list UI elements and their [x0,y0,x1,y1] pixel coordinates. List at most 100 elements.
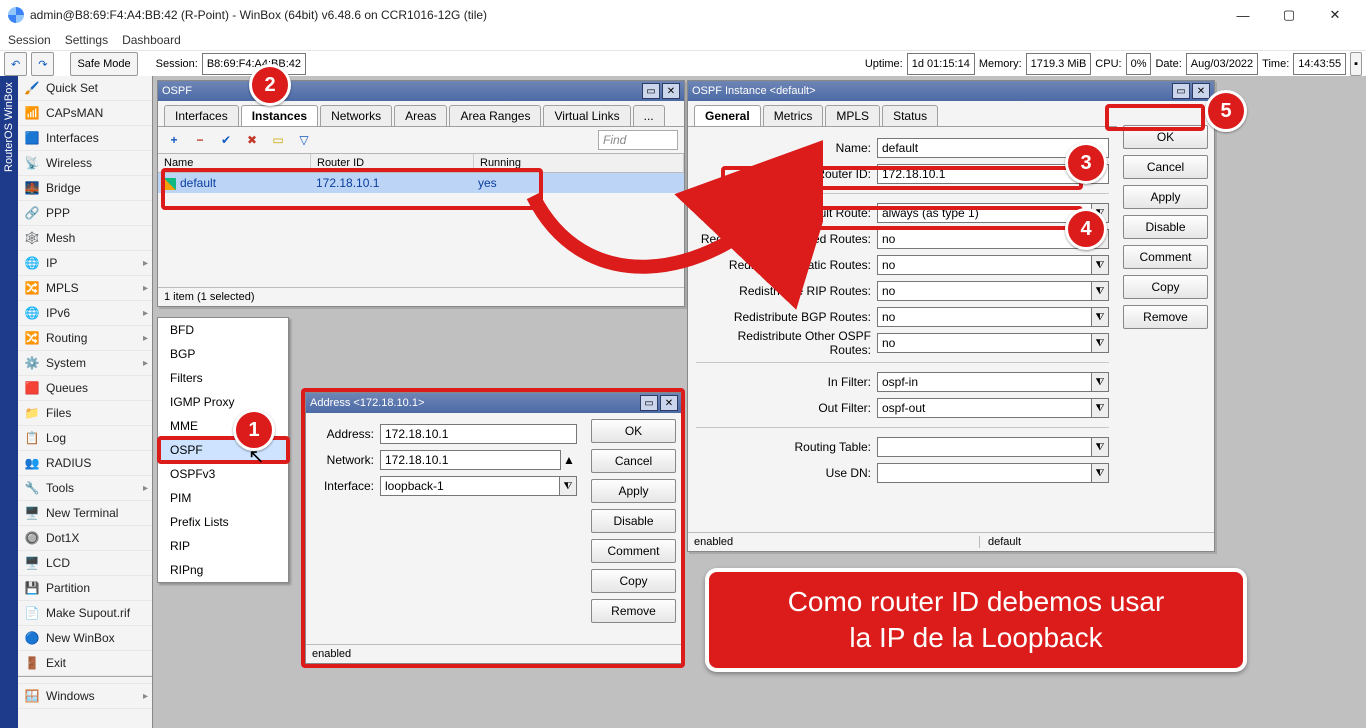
in-filter-select[interactable]: ospf-in⧨ [877,372,1109,392]
tab-metrics[interactable]: Metrics [763,105,824,126]
instance-apply-button[interactable]: Apply [1123,185,1208,209]
close-icon[interactable]: ✕ [660,395,678,411]
sidebar-item-ipv6[interactable]: 🌐IPv6▸ [18,301,152,326]
tab-networks[interactable]: Networks [320,105,392,126]
submenu-item-filters[interactable]: Filters [158,366,288,390]
redist-other-select[interactable]: no⧨ [877,333,1109,353]
filter-button[interactable]: ▽ [294,130,314,150]
address-ok-button[interactable]: OK [591,419,676,443]
out-filter-select[interactable]: ospf-out⧨ [877,398,1109,418]
tab-general[interactable]: General [694,105,761,126]
col-router-id[interactable]: Router ID [311,154,474,172]
chevron-down-icon[interactable]: ⧨ [1091,438,1108,456]
menu-dashboard[interactable]: Dashboard [122,33,181,47]
menu-session[interactable]: Session [8,33,51,47]
col-running[interactable]: Running [474,154,684,172]
redist-bgp-select[interactable]: no⧨ [877,307,1109,327]
chevron-down-icon[interactable]: ⧨ [1091,464,1108,482]
address-apply-button[interactable]: Apply [591,479,676,503]
chevron-down-icon[interactable]: ⧨ [1091,399,1108,417]
sidebar-item-mesh[interactable]: 🕸️Mesh [18,226,152,251]
sidebar-item-quick-set[interactable]: 🖌️Quick Set [18,76,152,101]
use-dn-select[interactable]: ⧨ [877,463,1109,483]
chevron-down-icon[interactable]: ⧨ [1091,334,1108,352]
sidebar-item-ip[interactable]: 🌐IP▸ [18,251,152,276]
instance-window-titlebar[interactable]: OSPF Instance <default> ▭ ✕ [688,81,1214,101]
sidebar-item-routing[interactable]: 🔀Routing▸ [18,326,152,351]
minimize-button[interactable]: — [1220,0,1266,30]
sidebar-item-interfaces[interactable]: 🟦Interfaces [18,126,152,151]
ospf-row-default[interactable]: default 172.18.10.1 yes [158,173,684,193]
enable-button[interactable]: ✔ [216,130,236,150]
address-copy-button[interactable]: Copy [591,569,676,593]
toolbar-toggle-button[interactable]: ▪ [1350,52,1362,76]
sidebar-item-new-terminal[interactable]: 🖥️New Terminal [18,501,152,526]
undo-button[interactable]: ↶ [4,52,27,76]
restore-icon[interactable]: ▭ [640,395,658,411]
safe-mode-button[interactable]: Safe Mode [70,52,137,76]
chevron-down-icon[interactable]: ⧨ [1091,308,1108,326]
sidebar-item-windows[interactable]: 🪟Windows▸ [18,684,152,709]
instance-ok-button[interactable]: OK [1123,125,1208,149]
close-button[interactable]: ✕ [1312,0,1358,30]
chevron-down-icon[interactable]: ⧨ [1091,256,1108,274]
redo-button[interactable]: ↷ [31,52,54,76]
maximize-button[interactable]: ▢ [1266,0,1312,30]
instance-remove-button[interactable]: Remove [1123,305,1208,329]
tab-instances[interactable]: Instances [241,105,318,126]
submenu-item-igmp-proxy[interactable]: IGMP Proxy [158,390,288,414]
tab-interfaces[interactable]: Interfaces [164,105,239,126]
sidebar-item-lcd[interactable]: 🖥️LCD [18,551,152,576]
tab-areas[interactable]: Areas [394,105,447,126]
network-input[interactable]: 172.18.10.1 [380,450,561,470]
sidebar-item-queues[interactable]: 🟥Queues [18,376,152,401]
routing-table-select[interactable]: ⧨ [877,437,1109,457]
submenu-item-pim[interactable]: PIM [158,486,288,510]
submenu-item-rip[interactable]: RIP [158,534,288,558]
tab-virtual-links[interactable]: Virtual Links [543,105,630,126]
submenu-item-ripng[interactable]: RIPng [158,558,288,582]
remove-button[interactable]: − [190,130,210,150]
sidebar-item-ppp[interactable]: 🔗PPP [18,201,152,226]
submenu-item-ospfv3[interactable]: OSPFv3 [158,462,288,486]
find-input[interactable]: Find [598,130,678,150]
address-remove-button[interactable]: Remove [591,599,676,623]
address-cancel-button[interactable]: Cancel [591,449,676,473]
address-window-titlebar[interactable]: Address <172.18.10.1> ▭ ✕ [306,393,682,413]
address-input[interactable]: 172.18.10.1 [380,424,577,444]
sidebar-item-bridge[interactable]: 🌉Bridge [18,176,152,201]
sidebar-item-exit[interactable]: 🚪Exit [18,651,152,676]
chevron-down-icon[interactable]: ⧨ [1091,373,1108,391]
instance-disable-button[interactable]: Disable [1123,215,1208,239]
sidebar-item-make-supout.rif[interactable]: 📄Make Supout.rif [18,601,152,626]
sidebar-item-system[interactable]: ⚙️System▸ [18,351,152,376]
comment-button[interactable]: ▭ [268,130,288,150]
ospf-window-titlebar[interactable]: OSPF ▭ ✕ [158,81,684,101]
instance-cancel-button[interactable]: Cancel [1123,155,1208,179]
submenu-item-bfd[interactable]: BFD [158,318,288,342]
add-button[interactable]: + [164,130,184,150]
address-disable-button[interactable]: Disable [591,509,676,533]
chevron-down-icon[interactable]: ⧨ [559,477,576,495]
sidebar-item-mpls[interactable]: 🔀MPLS▸ [18,276,152,301]
menu-settings[interactable]: Settings [65,33,108,47]
close-icon[interactable]: ✕ [1192,83,1210,99]
collapse-icon[interactable]: ▲ [561,453,577,467]
restore-icon[interactable]: ▭ [1172,83,1190,99]
sidebar-item-log[interactable]: 📋Log [18,426,152,451]
sidebar-item-dot1x[interactable]: 🔘Dot1X [18,526,152,551]
sidebar-item-capsman[interactable]: 📶CAPsMAN [18,101,152,126]
disable-button[interactable]: ✖ [242,130,262,150]
col-name[interactable]: Name [158,154,311,172]
chevron-down-icon[interactable]: ⧨ [1091,282,1108,300]
close-icon[interactable]: ✕ [662,83,680,99]
tab-more[interactable]: ... [633,105,665,126]
sidebar-item-wireless[interactable]: 📡Wireless [18,151,152,176]
instance-comment-button[interactable]: Comment [1123,245,1208,269]
sidebar-item-files[interactable]: 📁Files [18,401,152,426]
redist-rip-select[interactable]: no⧨ [877,281,1109,301]
tab-mpls[interactable]: MPLS [825,105,880,126]
address-comment-button[interactable]: Comment [591,539,676,563]
submenu-item-bgp[interactable]: BGP [158,342,288,366]
sidebar-item-tools[interactable]: 🔧Tools▸ [18,476,152,501]
